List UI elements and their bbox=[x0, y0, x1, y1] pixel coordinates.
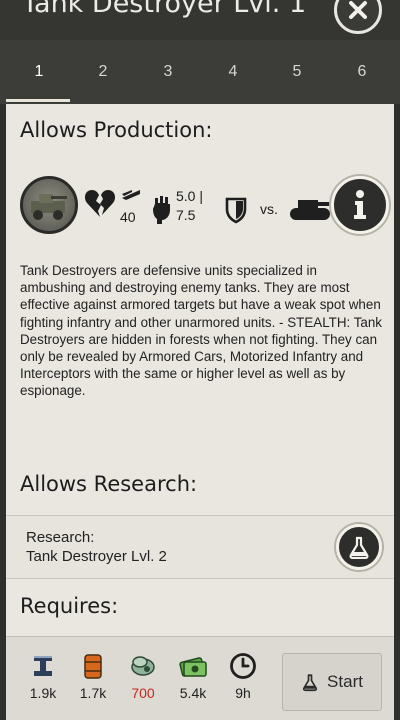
research-flask-button[interactable] bbox=[336, 524, 382, 570]
attack-fist-icon bbox=[153, 196, 170, 224]
level-tabs: 1 2 3 4 5 6 bbox=[0, 40, 400, 104]
defense-shield-icon bbox=[225, 197, 247, 224]
requires-heading: Requires: bbox=[20, 594, 119, 618]
tab-level-5[interactable]: 5 bbox=[264, 40, 330, 104]
unit-info-button[interactable] bbox=[331, 176, 389, 234]
money-icon bbox=[179, 657, 207, 677]
enemy-tank-icon bbox=[290, 200, 336, 220]
active-tab-indicator bbox=[6, 99, 70, 102]
close-icon bbox=[349, 1, 367, 19]
tab-level-6[interactable]: 6 bbox=[329, 40, 395, 104]
start-button-label: Start bbox=[327, 672, 363, 691]
attack-secondary-value: 7.5 bbox=[176, 207, 196, 223]
money-cost-value: 5.4k bbox=[179, 685, 207, 701]
oil-barrel-icon bbox=[84, 654, 102, 679]
production-heading: Allows Production: bbox=[20, 118, 213, 142]
rare-materials-icon bbox=[131, 656, 155, 676]
cost-footer: 1.9k 1.7k 700 5.4k 9h Start bbox=[6, 636, 394, 720]
cost-rare-materials: 700 bbox=[118, 651, 168, 701]
attack-value: 5.0 | bbox=[176, 188, 203, 204]
rare-materials-cost-value: 700 bbox=[131, 685, 155, 701]
research-prefix: Research: bbox=[26, 529, 95, 546]
unit-stats-row: 40 5.0 | 7.5 vs. bbox=[6, 166, 394, 256]
tab-level-3[interactable]: 3 bbox=[135, 40, 201, 104]
content-panel: Allows Production: 40 5.0 | 7.5 vs. Tank… bbox=[6, 104, 394, 636]
info-icon bbox=[354, 190, 366, 219]
cost-time: 9h bbox=[218, 651, 268, 701]
research-item-row[interactable]: Research: Tank Destroyer Lvl. 2 bbox=[6, 516, 394, 578]
unit-description: Tank Destroyers are defensive units spec… bbox=[20, 263, 382, 399]
speed-icon bbox=[122, 190, 140, 200]
page-title: Tank Destroyer Lvl. 1 bbox=[22, 0, 307, 19]
close-button[interactable] bbox=[334, 0, 382, 34]
header-bar: Tank Destroyer Lvl. 1 bbox=[0, 0, 400, 40]
research-heading: Allows Research: bbox=[20, 472, 198, 496]
cost-steel: 1.9k bbox=[18, 651, 68, 701]
flask-icon bbox=[349, 536, 369, 559]
vs-label: vs. bbox=[260, 201, 278, 217]
steel-cost-value: 1.9k bbox=[29, 685, 57, 701]
divider bbox=[6, 578, 394, 579]
start-button[interactable]: Start bbox=[282, 653, 382, 711]
speed-value: 40 bbox=[120, 209, 136, 225]
unit-avatar[interactable] bbox=[20, 176, 78, 234]
steel-icon bbox=[34, 656, 52, 676]
tank-destroyer-unit-icon bbox=[31, 194, 67, 220]
research-label: Research: Tank Destroyer Lvl. 2 bbox=[26, 528, 167, 566]
tab-level-4[interactable]: 4 bbox=[200, 40, 266, 104]
flask-icon bbox=[302, 674, 318, 692]
oil-cost-value: 1.7k bbox=[79, 685, 107, 701]
tab-level-2[interactable]: 2 bbox=[70, 40, 136, 104]
tab-level-1[interactable]: 1 bbox=[6, 40, 72, 104]
broken-heart-icon bbox=[84, 190, 116, 217]
time-cost-value: 9h bbox=[235, 685, 251, 701]
cost-oil: 1.7k bbox=[68, 651, 118, 701]
research-item-name: Tank Destroyer Lvl. 2 bbox=[26, 548, 167, 565]
cost-money: 5.4k bbox=[168, 651, 218, 701]
clock-icon bbox=[230, 653, 256, 679]
